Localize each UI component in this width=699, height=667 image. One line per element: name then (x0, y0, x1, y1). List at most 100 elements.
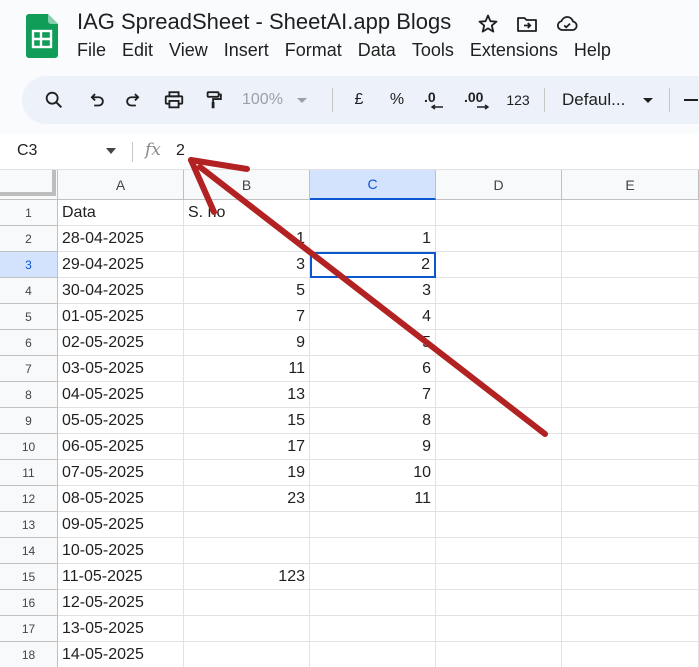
cell-e8[interactable] (562, 382, 699, 408)
cell-e16[interactable] (562, 590, 699, 616)
cell-e4[interactable] (562, 278, 699, 304)
row-header-16[interactable]: 16 (0, 590, 58, 616)
cell-c17[interactable] (310, 616, 436, 642)
cell-c2[interactable]: 1 (310, 226, 436, 252)
name-box[interactable]: C3 (17, 142, 37, 160)
cell-a7[interactable]: 03-05-2025 (58, 356, 184, 382)
cell-b11[interactable]: 19 (184, 460, 310, 486)
cell-c11[interactable]: 10 (310, 460, 436, 486)
cell-e6[interactable] (562, 330, 699, 356)
cell-d5[interactable] (436, 304, 562, 330)
cell-c10[interactable]: 9 (310, 434, 436, 460)
menu-view[interactable]: View (169, 40, 208, 62)
cell-a13[interactable]: 09-05-2025 (58, 512, 184, 538)
cell-b3[interactable]: 3 (184, 252, 310, 278)
cell-d4[interactable] (436, 278, 562, 304)
cell-c3[interactable]: 2 (310, 252, 436, 278)
cell-d13[interactable] (436, 512, 562, 538)
cell-d9[interactable] (436, 408, 562, 434)
cell-e11[interactable] (562, 460, 699, 486)
cell-e15[interactable] (562, 564, 699, 590)
cell-e18[interactable] (562, 642, 699, 667)
menu-data[interactable]: Data (358, 40, 396, 62)
row-header-10[interactable]: 10 (0, 434, 58, 460)
cell-a6[interactable]: 02-05-2025 (58, 330, 184, 356)
cell-b9[interactable]: 15 (184, 408, 310, 434)
cell-e10[interactable] (562, 434, 699, 460)
cell-b16[interactable] (184, 590, 310, 616)
cell-a14[interactable]: 10-05-2025 (58, 538, 184, 564)
cell-c14[interactable] (310, 538, 436, 564)
formula-input[interactable]: 2 (176, 142, 185, 160)
cell-b15[interactable]: 123 (184, 564, 310, 590)
row-header-5[interactable]: 5 (0, 304, 58, 330)
cell-b1[interactable]: S. no (184, 200, 310, 226)
cell-b5[interactable]: 7 (184, 304, 310, 330)
select-all-corner[interactable] (0, 170, 58, 200)
row-header-7[interactable]: 7 (0, 356, 58, 382)
cell-a12[interactable]: 08-05-2025 (58, 486, 184, 512)
cell-c13[interactable] (310, 512, 436, 538)
sheets-logo-icon[interactable] (26, 14, 58, 58)
row-header-3[interactable]: 3 (0, 252, 58, 278)
cell-b6[interactable]: 9 (184, 330, 310, 356)
column-header-d[interactable]: D (436, 170, 562, 200)
menu-format[interactable]: Format (285, 40, 342, 62)
increase-decimal-button[interactable]: .00 (464, 88, 494, 112)
column-header-b[interactable]: B (184, 170, 310, 200)
search-menus-button[interactable] (42, 88, 66, 112)
cell-b14[interactable] (184, 538, 310, 564)
star-icon[interactable] (476, 12, 500, 36)
cell-e7[interactable] (562, 356, 699, 382)
cell-c12[interactable]: 11 (310, 486, 436, 512)
cell-a8[interactable]: 04-05-2025 (58, 382, 184, 408)
zoom-select[interactable]: 100% (242, 88, 318, 112)
cell-c6[interactable]: 5 (310, 330, 436, 356)
cell-b18[interactable] (184, 642, 310, 667)
row-header-6[interactable]: 6 (0, 330, 58, 356)
more-formats-button[interactable]: 123 (506, 88, 530, 112)
cell-a17[interactable]: 13-05-2025 (58, 616, 184, 642)
cell-b7[interactable]: 11 (184, 356, 310, 382)
cell-a11[interactable]: 07-05-2025 (58, 460, 184, 486)
cell-d3[interactable] (436, 252, 562, 278)
cell-e3[interactable] (562, 252, 699, 278)
row-header-17[interactable]: 17 (0, 616, 58, 642)
cell-e5[interactable] (562, 304, 699, 330)
cell-d17[interactable] (436, 616, 562, 642)
row-header-14[interactable]: 14 (0, 538, 58, 564)
menu-insert[interactable]: Insert (224, 40, 269, 62)
cell-b17[interactable] (184, 616, 310, 642)
row-header-13[interactable]: 13 (0, 512, 58, 538)
cell-e12[interactable] (562, 486, 699, 512)
currency-format-button[interactable]: £ (350, 88, 368, 112)
cell-d10[interactable] (436, 434, 562, 460)
freeze-bar[interactable] (0, 170, 56, 196)
move-to-folder-icon[interactable] (515, 12, 539, 36)
cell-d16[interactable] (436, 590, 562, 616)
document-title[interactable]: IAG SpreadSheet - SheetAI.app Blogs (77, 9, 451, 35)
row-header-11[interactable]: 11 (0, 460, 58, 486)
cell-c8[interactable]: 7 (310, 382, 436, 408)
cell-b8[interactable]: 13 (184, 382, 310, 408)
paint-format-button[interactable] (202, 88, 226, 112)
font-size-decrease-button[interactable] (682, 88, 698, 112)
cell-e14[interactable] (562, 538, 699, 564)
cell-a18[interactable]: 14-05-2025 (58, 642, 184, 667)
menu-extensions[interactable]: Extensions (470, 40, 558, 62)
undo-button[interactable] (84, 88, 108, 112)
percent-format-button[interactable]: % (386, 88, 408, 112)
column-header-a[interactable]: A (58, 170, 184, 200)
cell-a15[interactable]: 11-05-2025 (58, 564, 184, 590)
cell-c4[interactable]: 3 (310, 278, 436, 304)
menu-tools[interactable]: Tools (412, 40, 454, 62)
cell-c15[interactable] (310, 564, 436, 590)
cell-c5[interactable]: 4 (310, 304, 436, 330)
cell-a5[interactable]: 01-05-2025 (58, 304, 184, 330)
redo-button[interactable] (122, 88, 146, 112)
decrease-decimal-button[interactable]: .0 (424, 88, 450, 112)
cell-e17[interactable] (562, 616, 699, 642)
print-button[interactable] (162, 88, 186, 112)
cell-e13[interactable] (562, 512, 699, 538)
font-select[interactable]: Defaul... (562, 88, 658, 112)
